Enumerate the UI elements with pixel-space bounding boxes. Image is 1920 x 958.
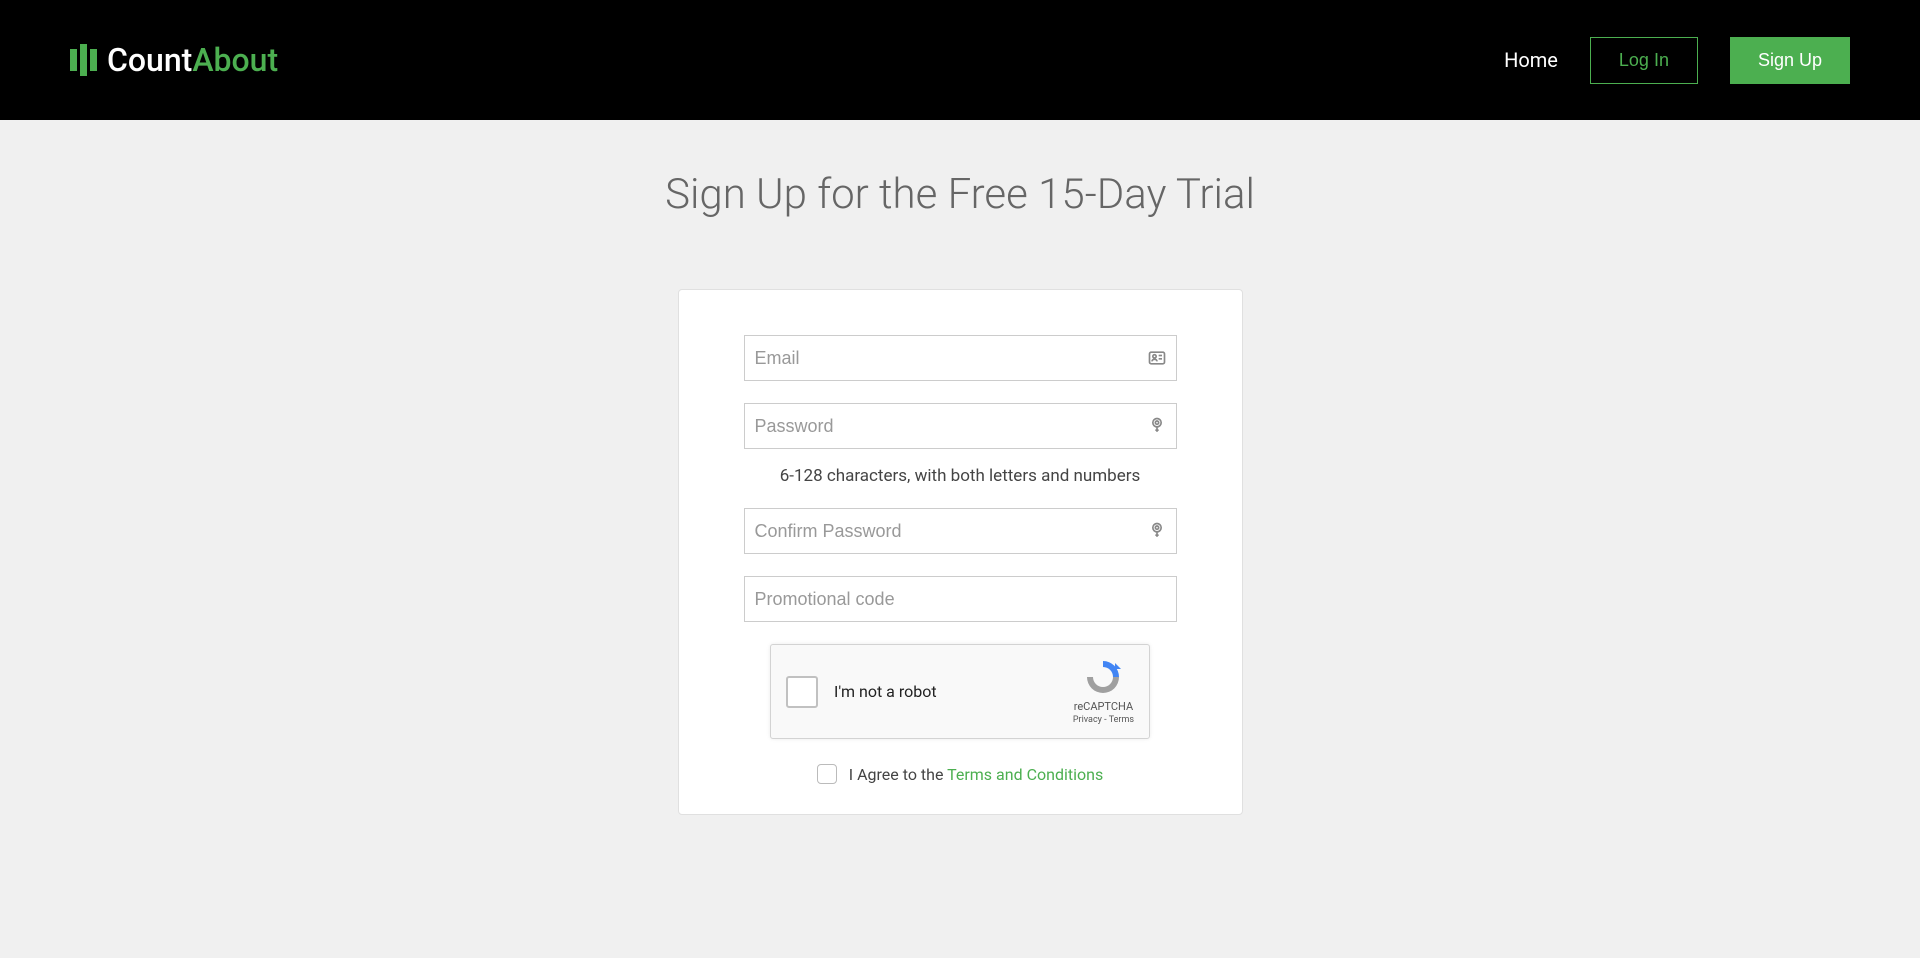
nav-home-link[interactable]: Home bbox=[1504, 48, 1558, 72]
recaptcha-checkbox[interactable] bbox=[786, 676, 818, 708]
site-header: CountAbout Home Log In Sign Up bbox=[0, 0, 1920, 120]
promo-code-input[interactable] bbox=[744, 576, 1177, 622]
site-logo[interactable]: CountAbout bbox=[70, 41, 278, 79]
password-field-wrapper bbox=[744, 403, 1177, 449]
page-title: Sign Up for the Free 15-Day Trial bbox=[665, 170, 1255, 219]
email-field-wrapper bbox=[744, 335, 1177, 381]
logo-text: CountAbout bbox=[107, 41, 278, 79]
recaptcha-widget: I'm not a robot reCAPTCHA Privacy - Term… bbox=[770, 644, 1150, 739]
terms-row: I Agree to the Terms and Conditions bbox=[744, 764, 1177, 784]
password-input[interactable] bbox=[744, 403, 1177, 449]
login-button[interactable]: Log In bbox=[1590, 37, 1698, 84]
id-card-icon bbox=[1147, 348, 1167, 368]
main-nav: Home Log In Sign Up bbox=[1504, 37, 1850, 84]
confirm-password-field-wrapper bbox=[744, 508, 1177, 554]
terms-text: I Agree to the Terms and Conditions bbox=[849, 765, 1103, 784]
recaptcha-privacy-terms[interactable]: Privacy - Terms bbox=[1073, 715, 1134, 725]
main-content: Sign Up for the Free 15-Day Trial bbox=[0, 120, 1920, 815]
recaptcha-label: I'm not a robot bbox=[834, 682, 1073, 701]
email-input[interactable] bbox=[744, 335, 1177, 381]
promo-field-wrapper bbox=[744, 576, 1177, 622]
signup-button[interactable]: Sign Up bbox=[1730, 37, 1850, 84]
key-icon bbox=[1147, 416, 1167, 436]
confirm-password-input[interactable] bbox=[744, 508, 1177, 554]
signup-form-card: 6-128 characters, with both letters and … bbox=[678, 289, 1243, 815]
recaptcha-logo-icon bbox=[1083, 659, 1123, 695]
key-icon bbox=[1147, 521, 1167, 541]
terms-checkbox[interactable] bbox=[817, 764, 837, 784]
logo-bars-icon bbox=[70, 44, 97, 76]
password-hint: 6-128 characters, with both letters and … bbox=[744, 466, 1177, 486]
recaptcha-branding: reCAPTCHA Privacy - Terms bbox=[1073, 659, 1134, 725]
terms-and-conditions-link[interactable]: Terms and Conditions bbox=[947, 765, 1103, 784]
